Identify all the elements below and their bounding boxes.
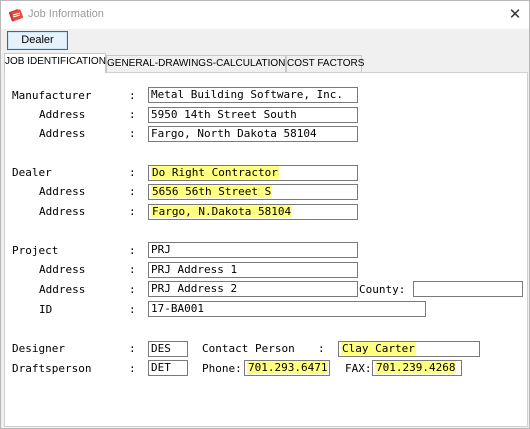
contact-person-field[interactable]: Clay Carter: [338, 341, 480, 357]
close-icon: ✕: [508, 5, 522, 23]
draftsperson-label: Draftsperson: [12, 362, 92, 375]
window-title: Job Information: [28, 8, 104, 20]
dealer-label: Dealer: [12, 166, 52, 179]
manufacturer-label: Manufacturer: [12, 89, 92, 102]
manufacturer-address2-field[interactable]: Fargo, North Dakota 58104: [148, 126, 358, 142]
dealer-button[interactable]: Dealer: [7, 31, 68, 50]
project-name-field[interactable]: PRJ: [148, 242, 358, 258]
phone-field[interactable]: 701.293.6471: [244, 360, 330, 376]
designer-label: Designer: [12, 342, 65, 355]
job-identification-panel: Manufacturer : Metal Building Software, …: [4, 72, 528, 427]
project-address1-field[interactable]: PRJ Address 1: [148, 262, 358, 278]
fax-field[interactable]: 701.239.4268: [372, 360, 462, 376]
designer-field[interactable]: DES: [148, 341, 188, 357]
colon: :: [129, 263, 136, 276]
dealer-address1-label: Address: [39, 185, 86, 198]
manufacturer-address1-label: Address: [39, 108, 86, 121]
dealer-address2-value: Fargo, N.Dakota 58104: [151, 205, 293, 218]
manufacturer-address2-value: Fargo, North Dakota 58104: [151, 127, 317, 140]
fax-label: FAX:: [345, 362, 372, 375]
project-address1-label: Address: [39, 263, 86, 276]
phone-value: 701.293.6471: [247, 361, 329, 374]
colon: :: [129, 108, 136, 121]
colon: :: [129, 244, 136, 257]
manufacturer-address1-value: 5950 14th Street South: [151, 108, 297, 121]
dealer-address2-field[interactable]: Fargo, N.Dakota 58104: [148, 204, 358, 220]
project-label: Project: [12, 244, 59, 257]
tab-general-drawings-calculations[interactable]: GENERAL-DRAWINGS-CALCULATIONS: [106, 55, 292, 72]
colon: :: [129, 342, 136, 355]
job-information-window: Job Information ✕ Dealer JOB IDENTIFICAT…: [0, 0, 530, 429]
app-icon: [8, 9, 24, 22]
colon: :: [318, 342, 325, 355]
dealer-address1-field[interactable]: 5656 56th Street S: [148, 184, 358, 200]
project-id-field[interactable]: 17-BA001: [148, 301, 426, 317]
colon: :: [129, 166, 136, 179]
tab-cost-factors[interactable]: COST FACTORS: [286, 55, 364, 72]
contact-person-label: Contact Person: [202, 342, 295, 355]
colon: :: [129, 185, 136, 198]
manufacturer-address1-field[interactable]: 5950 14th Street South: [148, 107, 358, 123]
title-bar: Job Information ✕: [1, 1, 529, 29]
project-address2-label: Address: [39, 283, 86, 296]
colon: :: [129, 362, 136, 375]
county-field[interactable]: [413, 281, 523, 297]
colon: :: [129, 89, 136, 102]
colon: :: [129, 205, 136, 218]
dealer-address1-value: 5656 56th Street S: [151, 185, 273, 198]
close-button[interactable]: ✕: [501, 1, 529, 29]
draftsperson-field[interactable]: DET: [148, 360, 188, 376]
project-address1-value: PRJ Address 1: [151, 263, 238, 276]
project-id-value: 17-BA001: [151, 302, 204, 315]
tab-job-identification[interactable]: JOB IDENTIFICATION: [4, 53, 106, 73]
colon: :: [129, 283, 136, 296]
dealer-address2-label: Address: [39, 205, 86, 218]
project-address2-field[interactable]: PRJ Address 2: [148, 281, 358, 297]
colon: :: [129, 127, 136, 140]
manufacturer-address2-label: Address: [39, 127, 86, 140]
draftsperson-value: DET: [151, 361, 171, 374]
manufacturer-name-value: Metal Building Software, Inc.: [151, 88, 344, 101]
colon: :: [129, 303, 136, 316]
designer-value: DES: [151, 342, 171, 355]
dealer-name-field[interactable]: Do Right Contractor: [148, 165, 358, 181]
county-label: County:: [359, 283, 406, 296]
contact-person-value: Clay Carter: [341, 342, 416, 355]
phone-label: Phone:: [202, 362, 242, 375]
project-name-value: PRJ: [151, 243, 171, 256]
project-address2-value: PRJ Address 2: [151, 282, 238, 295]
fax-value: 701.239.4268: [375, 361, 457, 374]
manufacturer-name-field[interactable]: Metal Building Software, Inc.: [148, 87, 358, 103]
project-id-label: ID: [39, 303, 53, 316]
dealer-name-value: Do Right Contractor: [151, 166, 279, 179]
